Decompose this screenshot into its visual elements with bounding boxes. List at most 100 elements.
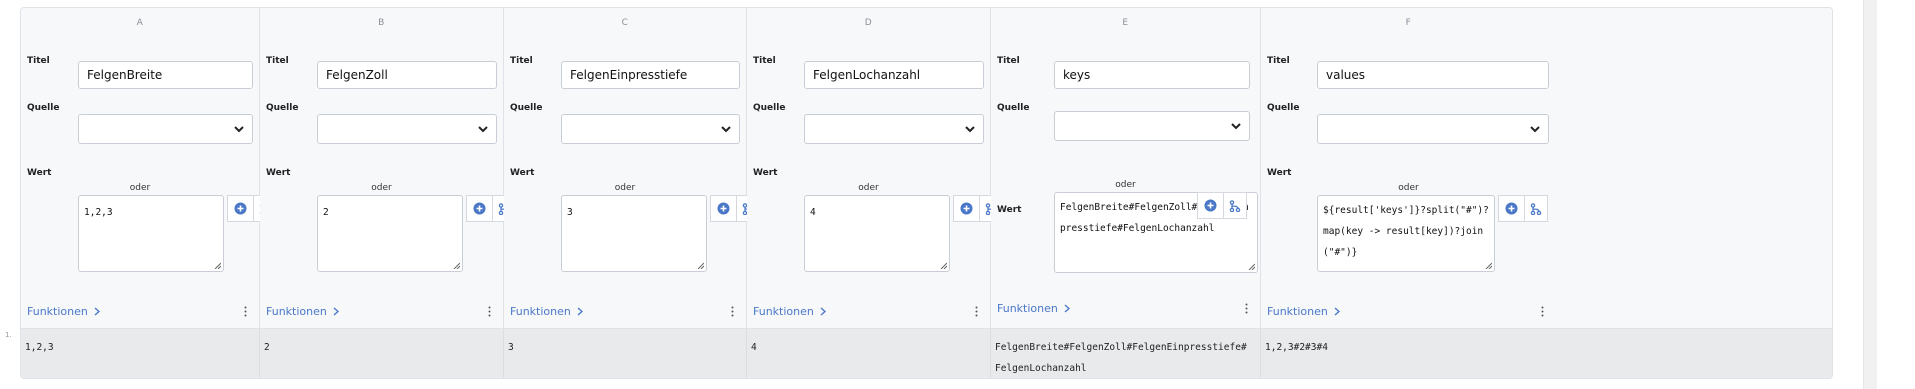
column-c: C Titel FelgenEinpresstiefe Quelle oder …: [504, 8, 760, 328]
title-label: Titel: [266, 56, 289, 66]
source-label: Quelle: [1267, 103, 1300, 113]
more-vertical-icon[interactable]: [975, 306, 978, 317]
chevron-down-icon: [721, 126, 731, 133]
branch-icon: [1530, 202, 1542, 215]
more-vertical-icon[interactable]: [244, 306, 247, 317]
plus-circle-icon: [960, 202, 973, 215]
chevron-right-icon: [333, 307, 339, 316]
resize-handle-icon[interactable]: [214, 262, 221, 269]
result-cell: 1,2,3#2#3#4: [1265, 342, 1328, 353]
functions-link[interactable]: Funktionen: [753, 305, 826, 318]
branch-icon: [1229, 199, 1241, 212]
result-cell: 2: [260, 329, 504, 378]
or-label: oder: [129, 183, 151, 193]
functions-link[interactable]: Funktionen: [1267, 305, 1340, 318]
more-vertical-icon[interactable]: [1541, 306, 1544, 317]
column-letter: A: [136, 18, 144, 28]
value-text: 1,2,3: [84, 207, 113, 218]
chevron-right-icon: [1064, 304, 1070, 313]
functions-link[interactable]: Funktionen: [266, 305, 339, 318]
more-vertical-icon[interactable]: [1245, 303, 1248, 314]
plus-circle-icon: [473, 202, 486, 215]
column-d: D Titel FelgenLochanzahl Quelle oder Wer…: [747, 8, 1003, 328]
add-button[interactable]: [1197, 192, 1224, 219]
title-label: Titel: [997, 56, 1020, 66]
source-select[interactable]: [1054, 111, 1250, 141]
column-a: A Titel FelgenBreite Quelle oder Wert 1,…: [21, 8, 277, 328]
chevron-right-icon: [820, 307, 826, 316]
add-button[interactable]: [227, 195, 254, 222]
add-button[interactable]: [466, 195, 493, 222]
source-label: Quelle: [266, 103, 299, 113]
title-input[interactable]: FelgenZoll: [317, 61, 497, 89]
title-label: Titel: [1267, 56, 1290, 66]
add-button[interactable]: [1498, 195, 1525, 222]
value-textarea[interactable]: 2: [317, 195, 463, 272]
value-textarea[interactable]: 1,2,3: [78, 195, 224, 272]
result-cell: 3: [504, 329, 747, 378]
plus-circle-icon: [1505, 202, 1518, 215]
more-vertical-icon[interactable]: [488, 306, 491, 317]
add-button[interactable]: [710, 195, 737, 222]
value-label: Wert: [1267, 168, 1292, 178]
functions-link[interactable]: Funktionen: [27, 305, 100, 318]
functions-label: Funktionen: [266, 305, 327, 318]
source-label: Quelle: [510, 103, 543, 113]
column-f: F Titel values Quelle oder Wert ${result…: [1261, 8, 1832, 328]
column-b: B Titel FelgenZoll Quelle oder Wert 2 Fu…: [260, 8, 516, 328]
or-label: oder: [614, 183, 636, 193]
title-input[interactable]: FelgenLochanzahl: [804, 61, 984, 89]
result-cell: 1,2,3: [21, 329, 260, 378]
column-f-content: F Titel values Quelle oder Wert ${result…: [1261, 8, 1556, 328]
functions-link[interactable]: Funktionen: [510, 305, 583, 318]
value-label: Wert: [753, 168, 778, 178]
source-select[interactable]: [561, 114, 740, 144]
branch-button[interactable]: [1223, 192, 1247, 219]
functions-link[interactable]: Funktionen: [997, 302, 1070, 315]
title-input[interactable]: FelgenEinpresstiefe: [561, 61, 740, 89]
column-letter: B: [378, 18, 385, 28]
chevron-right-icon: [577, 307, 583, 316]
source-select[interactable]: [804, 114, 984, 144]
value-textarea[interactable]: 3: [561, 195, 707, 272]
column-letter: D: [864, 18, 873, 28]
resize-handle-icon[interactable]: [940, 262, 947, 269]
resize-handle-icon[interactable]: [697, 262, 704, 269]
more-vertical-icon[interactable]: [731, 306, 734, 317]
functions-label: Funktionen: [1267, 305, 1328, 318]
plus-circle-icon: [1204, 199, 1217, 212]
value-textarea[interactable]: 4: [804, 195, 950, 272]
plus-circle-icon: [717, 202, 730, 215]
plus-circle-icon: [234, 202, 247, 215]
resize-handle-icon[interactable]: [1248, 263, 1255, 270]
resize-handle-icon[interactable]: [1485, 262, 1492, 269]
title-label: Titel: [753, 56, 776, 66]
functions-label: Funktionen: [510, 305, 571, 318]
branch-button[interactable]: [1524, 195, 1548, 222]
value-text: 2: [323, 207, 329, 218]
or-label: oder: [1398, 183, 1419, 193]
value-text: 4: [810, 207, 816, 218]
resize-handle-icon[interactable]: [453, 262, 460, 269]
value-label: Wert: [997, 205, 1022, 215]
title-input[interactable]: keys: [1054, 61, 1250, 89]
functions-label: Funktionen: [27, 305, 88, 318]
title-label: Titel: [510, 56, 533, 66]
source-select[interactable]: [1317, 114, 1549, 144]
value-textarea[interactable]: ${result['keys']}?split("#")?map(key -> …: [1317, 195, 1495, 272]
vertical-scrollbar[interactable]: [1863, 0, 1877, 389]
value-text: 3: [567, 207, 573, 218]
title-input[interactable]: values: [1317, 61, 1549, 89]
add-button[interactable]: [953, 195, 980, 222]
columns-grid: A Titel FelgenBreite Quelle oder Wert 1,…: [20, 7, 1833, 379]
column-e: E Titel keys Quelle oder Wert FelgenBrei…: [991, 8, 1261, 328]
source-select[interactable]: [317, 114, 497, 144]
chevron-down-icon: [234, 126, 244, 133]
chevron-down-icon: [478, 126, 488, 133]
chevron-down-icon: [1530, 126, 1540, 133]
title-input[interactable]: FelgenBreite: [78, 61, 253, 89]
chevron-right-icon: [1334, 307, 1340, 316]
result-cell: 4: [747, 329, 991, 378]
value-label: Wert: [266, 168, 291, 178]
source-select[interactable]: [78, 114, 253, 144]
